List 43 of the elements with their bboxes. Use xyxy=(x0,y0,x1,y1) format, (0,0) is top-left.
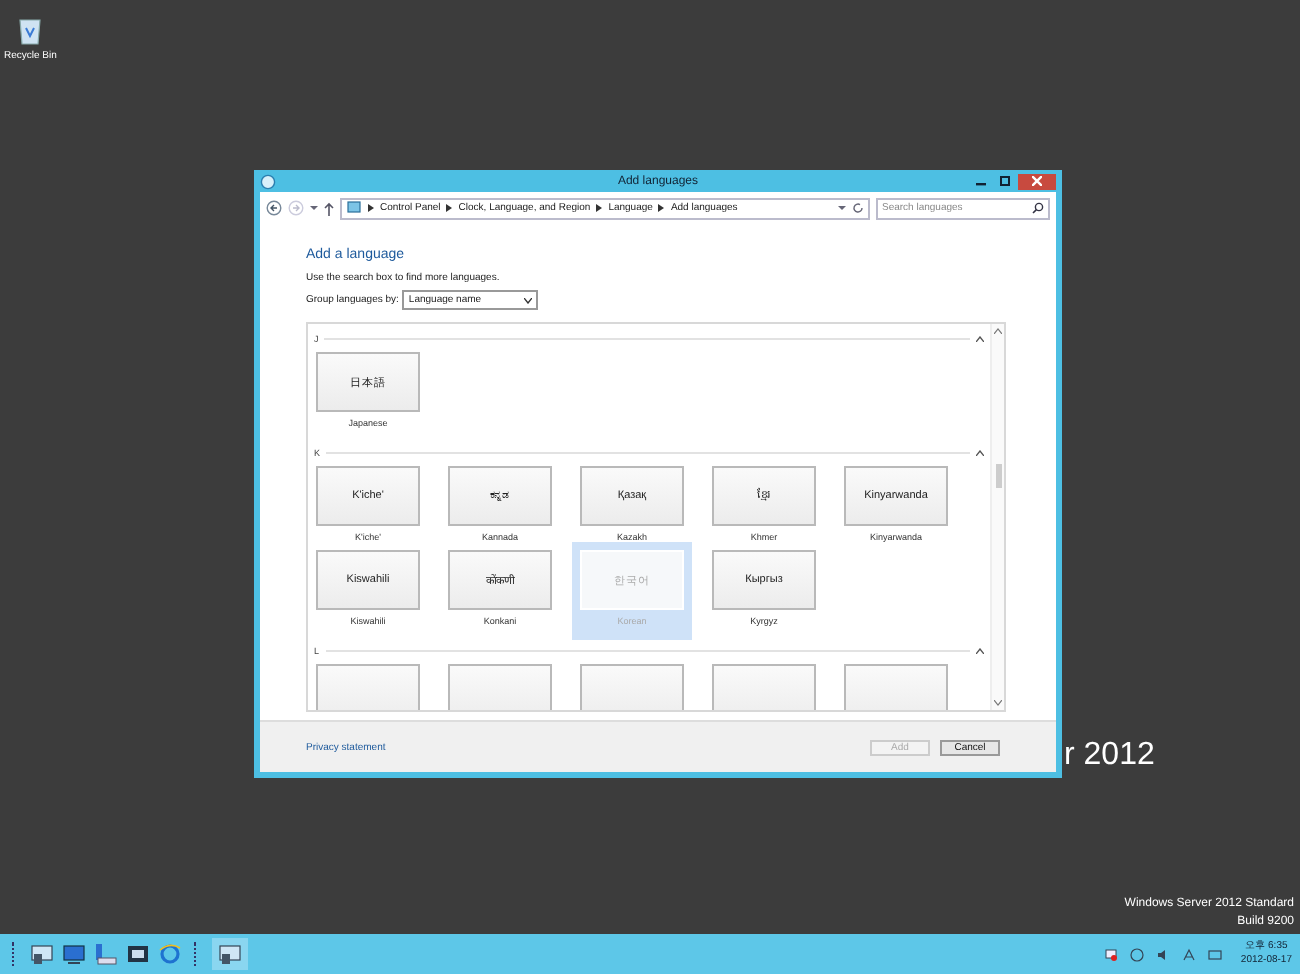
chevron-icon xyxy=(446,204,453,212)
language-tile xyxy=(844,664,948,710)
globe-icon xyxy=(260,173,276,189)
taskbar-button[interactable] xyxy=(212,938,248,970)
recycle-bin-icon[interactable] xyxy=(16,14,45,46)
up-arrow-icon[interactable] xyxy=(324,201,334,215)
keyboard-icon[interactable] xyxy=(1208,947,1223,961)
collapse-icon[interactable] xyxy=(976,335,984,341)
search-icon xyxy=(1032,202,1044,214)
browser-icon[interactable] xyxy=(158,942,182,966)
scroll-up-icon[interactable] xyxy=(994,328,1002,334)
monitor-icon[interactable] xyxy=(62,942,86,966)
maximize-button[interactable] xyxy=(994,173,1016,189)
scroll-down-icon[interactable] xyxy=(994,700,1002,706)
refresh-icon[interactable] xyxy=(852,202,864,214)
caret-icon xyxy=(524,297,533,303)
collapse-icon[interactable] xyxy=(976,449,984,455)
server-manager-icon[interactable] xyxy=(30,942,54,966)
chevron-icon xyxy=(658,204,665,212)
control-panel-icon xyxy=(346,200,362,216)
language-tile xyxy=(448,664,552,710)
speaker-icon[interactable] xyxy=(1156,947,1171,961)
globe-icon[interactable] xyxy=(1130,947,1145,961)
scroll-thumb[interactable] xyxy=(995,464,1001,488)
chevron-icon xyxy=(368,204,374,212)
chevron-icon xyxy=(596,204,603,212)
close-button[interactable] xyxy=(1018,173,1056,189)
language-icon[interactable] xyxy=(1182,947,1197,961)
language-tile xyxy=(580,664,684,710)
collapse-icon[interactable] xyxy=(976,647,984,653)
folder-window-icon[interactable] xyxy=(126,942,150,966)
dropdown-icon[interactable] xyxy=(310,204,318,212)
language-tile xyxy=(316,664,420,710)
background-text: r 2012 xyxy=(1064,738,1155,774)
scrollbar[interactable] xyxy=(990,324,1004,710)
maximize-icon xyxy=(1000,176,1010,186)
language-tile xyxy=(712,664,816,710)
network-icon[interactable] xyxy=(1104,947,1119,961)
back-icon[interactable] xyxy=(266,200,282,216)
dropdown-icon[interactable] xyxy=(838,204,846,212)
control-panel-icon xyxy=(218,942,242,966)
command-prompt-icon[interactable] xyxy=(94,942,118,966)
close-icon xyxy=(1032,176,1042,186)
